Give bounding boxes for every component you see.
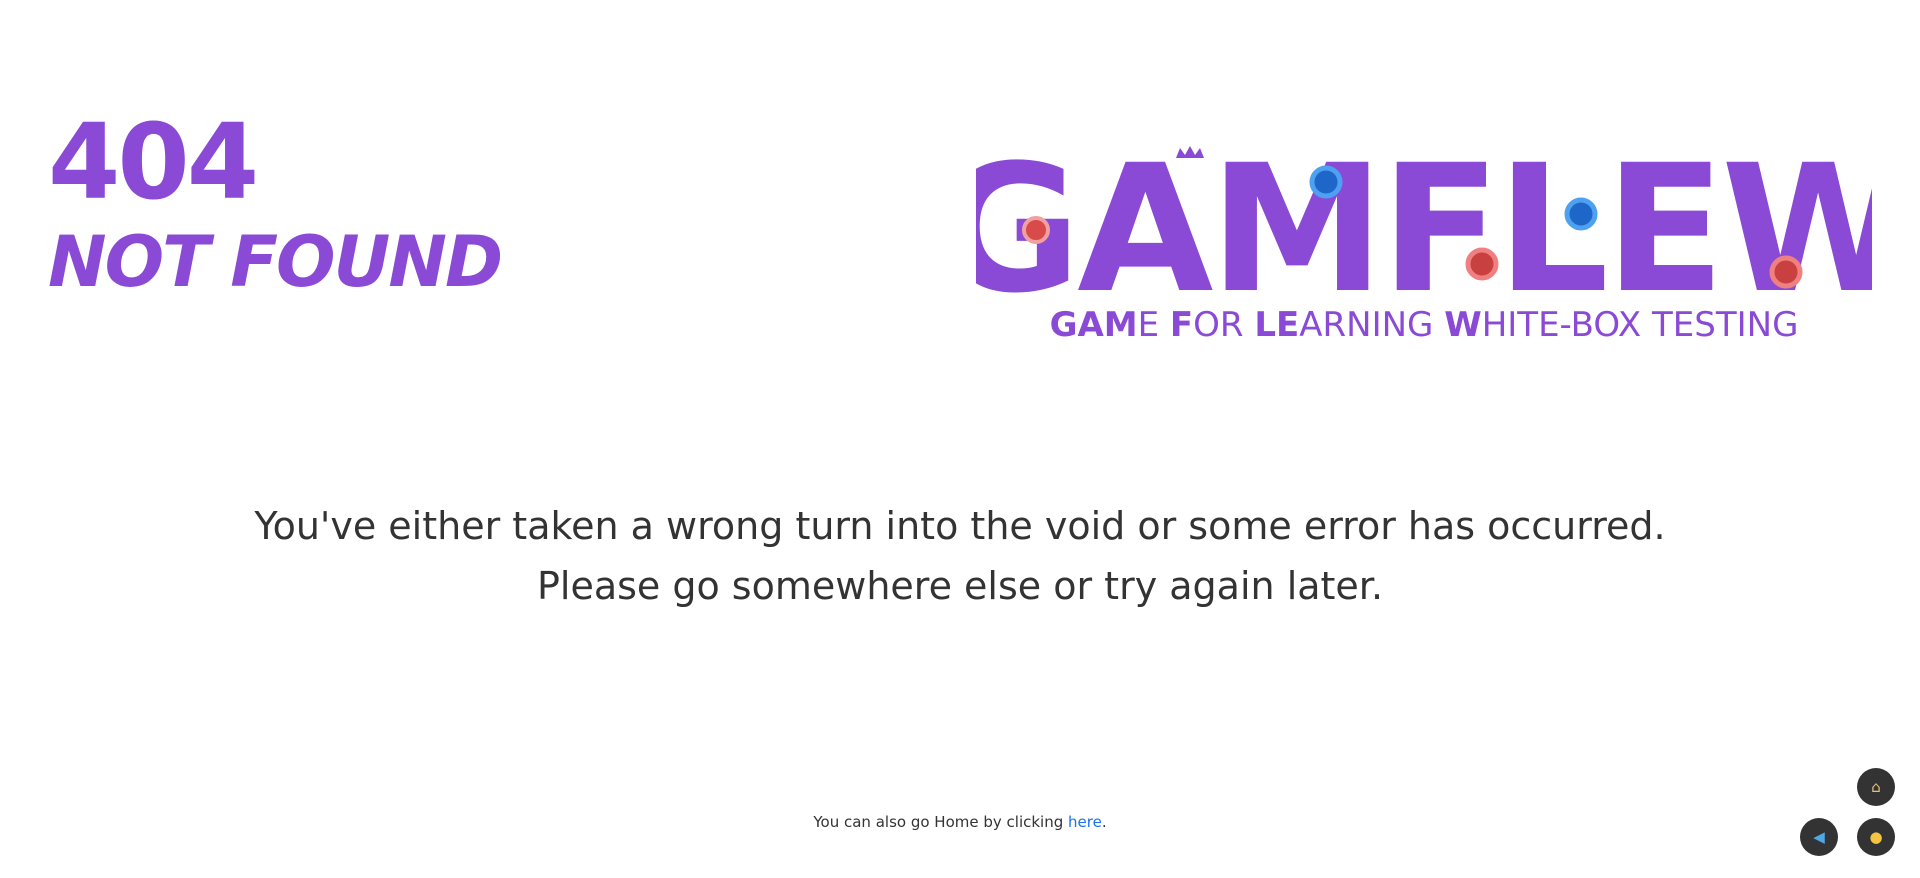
error-message-line-2: Please go somewhere else or try again la… (536, 564, 1384, 608)
blue-dot (1564, 197, 1598, 231)
logo-wordmark: GAMFLEW (976, 140, 1872, 332)
red-dot (1769, 255, 1803, 289)
home-button[interactable]: ⌂ (1857, 768, 1895, 806)
back-icon: ◀ (1813, 827, 1825, 846)
error-title: NOT FOUND (48, 221, 503, 303)
error-message-line-1: You've either taken a wrong turn into th… (254, 504, 1666, 548)
home-icon: ⌂ (1871, 777, 1881, 796)
gamflew-logo: GAMFLEW GAME FOR LEARNING WHITE-BOX TEST… (976, 140, 1872, 350)
not-found-page: 404 NOT FOUND GAMFLEW GAME FOR LEARNING … (0, 0, 1920, 878)
logo-tagline: GAME FOR LEARNING WHITE-BOX TESTING (1050, 305, 1799, 345)
red-dot (1465, 247, 1499, 281)
red-dot (1022, 216, 1050, 244)
error-heading: 404 NOT FOUND (48, 101, 503, 304)
home-hint-suffix: . (1101, 813, 1107, 831)
error-code: 404 (48, 101, 259, 223)
home-link[interactable]: here (1068, 813, 1102, 831)
back-button[interactable]: ◀ (1800, 818, 1838, 856)
hint-button[interactable]: ● (1857, 818, 1895, 856)
error-message: You've either taken a wrong turn into th… (0, 496, 1920, 616)
blue-dot (1309, 165, 1343, 199)
lightbulb-icon: ● (1869, 827, 1883, 846)
home-hint-prefix: You can also go Home by clicking (813, 813, 1069, 831)
home-hint: You can also go Home by clicking here. (0, 812, 1920, 832)
